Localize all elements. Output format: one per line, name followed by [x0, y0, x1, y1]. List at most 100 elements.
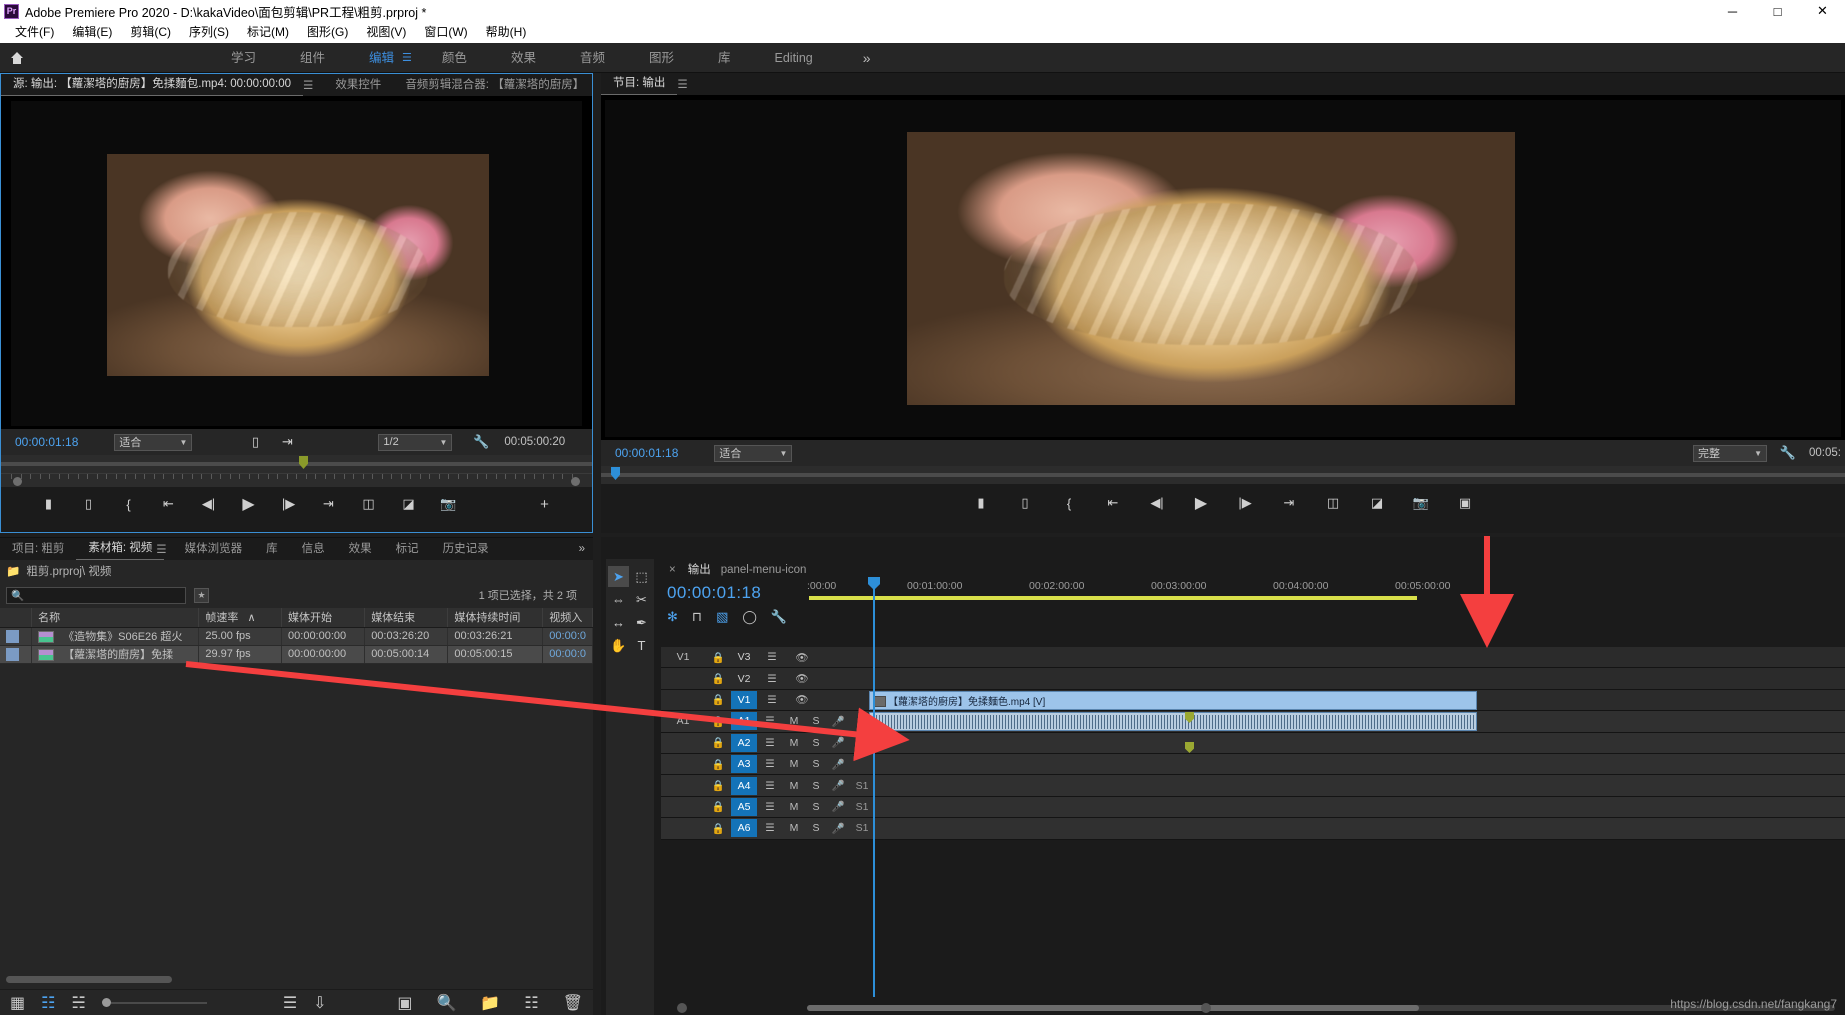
track-content-v2[interactable]	[867, 668, 1845, 688]
mic-icon[interactable]: 🎤	[827, 758, 849, 771]
track-row-a1[interactable]: A1 🔒 A1 ☰ M S 🎤	[661, 711, 1845, 733]
track-target-a3[interactable]: A3	[731, 755, 757, 774]
solo-button-a6[interactable]: S	[805, 822, 827, 834]
tab-markers[interactable]: 标记	[384, 538, 431, 560]
go-to-in-icon[interactable]: ⇤	[160, 496, 178, 512]
thumbnail-zoom-slider[interactable]	[101, 998, 207, 1007]
sync-lock-icon[interactable]: ☰	[757, 737, 783, 749]
mute-button-a1[interactable]: M	[783, 715, 805, 727]
timeline-clip-video[interactable]: 【蘿潔塔的廚房】免揉麵色.mp4 [V]	[869, 690, 1477, 710]
program-wrench-icon[interactable]: 🔧	[1779, 445, 1797, 461]
delete-icon[interactable]: 🗑	[563, 993, 583, 1013]
track-row-a5[interactable]: 🔒 A5 ☰ M S 🎤 S1	[661, 796, 1845, 819]
track-select-forward-tool[interactable]: ⬚	[631, 566, 652, 587]
slip-tool[interactable]: ↔	[608, 612, 629, 633]
button-editor-add-icon[interactable]: +	[536, 496, 554, 513]
razor-tool[interactable]: ✂	[631, 589, 652, 610]
marker-icon[interactable]: ◯	[742, 609, 757, 625]
mark-in-icon[interactable]: ▮	[40, 496, 58, 512]
program-export-frame-icon[interactable]: 📷	[1412, 495, 1430, 511]
nest-icon[interactable]: ✻	[667, 609, 678, 625]
program-mark-out-icon[interactable]: ▯	[1016, 495, 1034, 511]
track-row-v2[interactable]: 🔒 V2 ☰ 👁	[661, 668, 1845, 690]
timeline-playhead[interactable]	[873, 577, 875, 997]
timeline-ruler[interactable]: :00:00 00:01:00:00 00:02:00:00 00:03:00:…	[807, 577, 1845, 600]
maximize-button[interactable]: □	[1755, 0, 1800, 22]
overwrite-icon[interactable]: ◪	[400, 496, 418, 512]
icon-view-icon[interactable]: ☷	[41, 993, 55, 1013]
source-patch-a1[interactable]: A1	[661, 715, 705, 727]
type-tool[interactable]: T	[631, 635, 652, 656]
track-content-a1[interactable]	[867, 711, 1845, 732]
work-area-bar[interactable]	[809, 596, 1417, 600]
source-panel-menu-icon[interactable]: ☰	[303, 78, 323, 92]
ripple-edit-tool[interactable]: ⇔	[608, 589, 629, 610]
track-target-v2[interactable]: V2	[731, 670, 757, 688]
menu-graphics[interactable]: 图形(G)	[298, 22, 357, 43]
new-bin-icon[interactable]: ▣	[397, 993, 412, 1013]
program-fit-select[interactable]: 适合 ▼	[714, 444, 793, 462]
lock-icon[interactable]: 🔒	[705, 651, 731, 664]
mic-icon[interactable]: 🎤	[827, 715, 849, 728]
tab-graphics[interactable]: 图形	[627, 43, 696, 73]
insert-icon[interactable]: ◫	[360, 496, 378, 512]
program-mark-in-icon[interactable]: ▮	[972, 495, 990, 511]
track-row-a2[interactable]: 🔒 A2 ☰ M S 🎤	[661, 732, 1845, 754]
close-button[interactable]: ✕	[1800, 0, 1845, 22]
track-target-a6[interactable]: A6	[731, 819, 757, 838]
mic-icon[interactable]: 🎤	[827, 822, 849, 835]
solo-button-a3[interactable]: S	[805, 758, 827, 770]
source-video-area[interactable]	[1, 96, 592, 429]
bin-tabs-overflow-icon[interactable]: »	[579, 543, 593, 555]
source-settings-icon[interactable]: ▯	[246, 434, 264, 450]
new-item-icon[interactable]: ☷	[524, 993, 538, 1013]
mute-button-a4[interactable]: M	[783, 780, 805, 792]
menu-window[interactable]: 窗口(W)	[415, 22, 476, 43]
tab-source[interactable]: 源: 输出: 【蘿潔塔的廚房】免揉麵包.mp4: 00:00:00:00	[1, 74, 303, 96]
solo-button-a4[interactable]: S	[805, 780, 827, 792]
source-timecode[interactable]: 00:00:01:18	[15, 435, 78, 449]
mute-button-a5[interactable]: M	[783, 801, 805, 813]
source-playhead-pos-icon[interactable]: ⇥	[278, 434, 296, 450]
source-time-ruler[interactable]	[1, 473, 592, 487]
mute-button-a6[interactable]: M	[783, 822, 805, 834]
minimize-button[interactable]: ─	[1710, 0, 1755, 22]
mic-icon[interactable]: 🎤	[827, 779, 849, 792]
eye-icon[interactable]: 👁	[787, 693, 817, 706]
row-swatch[interactable]	[0, 645, 33, 664]
col-media-start[interactable]: 媒体开始	[281, 608, 366, 628]
lock-icon[interactable]: 🔒	[705, 715, 731, 728]
source-scrubber[interactable]	[1, 455, 592, 473]
solo-button-a1[interactable]: S	[805, 715, 827, 727]
program-timecode[interactable]: 00:00:01:18	[615, 446, 678, 460]
source-wrench-icon[interactable]: 🔧	[472, 434, 490, 450]
workspace-menu-icon[interactable]: ☰	[402, 51, 412, 64]
home-icon[interactable]	[0, 43, 34, 73]
lift-icon[interactable]: ◫	[1324, 495, 1342, 511]
bin-panel-menu-icon[interactable]: ☰	[156, 542, 172, 556]
track-row-v1[interactable]: 🔒 V1 ☰ 👁 【蘿潔塔的廚房】免揉麵色.mp4 [V]	[661, 689, 1845, 712]
mark-clip-icon[interactable]: {	[120, 496, 138, 512]
tab-media-browser[interactable]: 媒体浏览器	[173, 538, 255, 560]
sync-lock-icon[interactable]: ☰	[757, 673, 787, 685]
tab-learn[interactable]: 学习	[209, 43, 278, 73]
eye-icon[interactable]: 👁	[787, 651, 817, 664]
lock-icon[interactable]: 🔒	[705, 736, 731, 749]
list-view-icon[interactable]: ▦	[10, 993, 25, 1013]
step-back-icon[interactable]: ◀|	[200, 496, 218, 512]
tab-audio-clip-mixer[interactable]: 音频剪辑混合器: 【蘿潔塔的廚房】	[393, 74, 592, 96]
menu-edit[interactable]: 编辑(E)	[63, 22, 121, 43]
source-fit-select[interactable]: 适合 ▼	[114, 433, 193, 451]
tab-audio[interactable]: 音频	[558, 43, 627, 73]
program-go-to-out-icon[interactable]: ⇥	[1280, 495, 1298, 511]
track-target-v1[interactable]: V1	[731, 690, 757, 709]
mic-icon[interactable]: 🎤	[827, 736, 849, 749]
menu-view[interactable]: 视图(V)	[357, 22, 415, 43]
timeline-clip-audio[interactable]	[869, 712, 1477, 732]
sync-lock-icon[interactable]: ☰	[757, 758, 783, 770]
extract-icon[interactable]: ◪	[1368, 495, 1386, 511]
tab-color[interactable]: 颜色	[420, 43, 489, 73]
selection-tool[interactable]: ➤	[608, 566, 629, 587]
menu-clip[interactable]: 剪辑(C)	[121, 22, 180, 43]
sync-lock-icon[interactable]: ☰	[757, 801, 783, 813]
